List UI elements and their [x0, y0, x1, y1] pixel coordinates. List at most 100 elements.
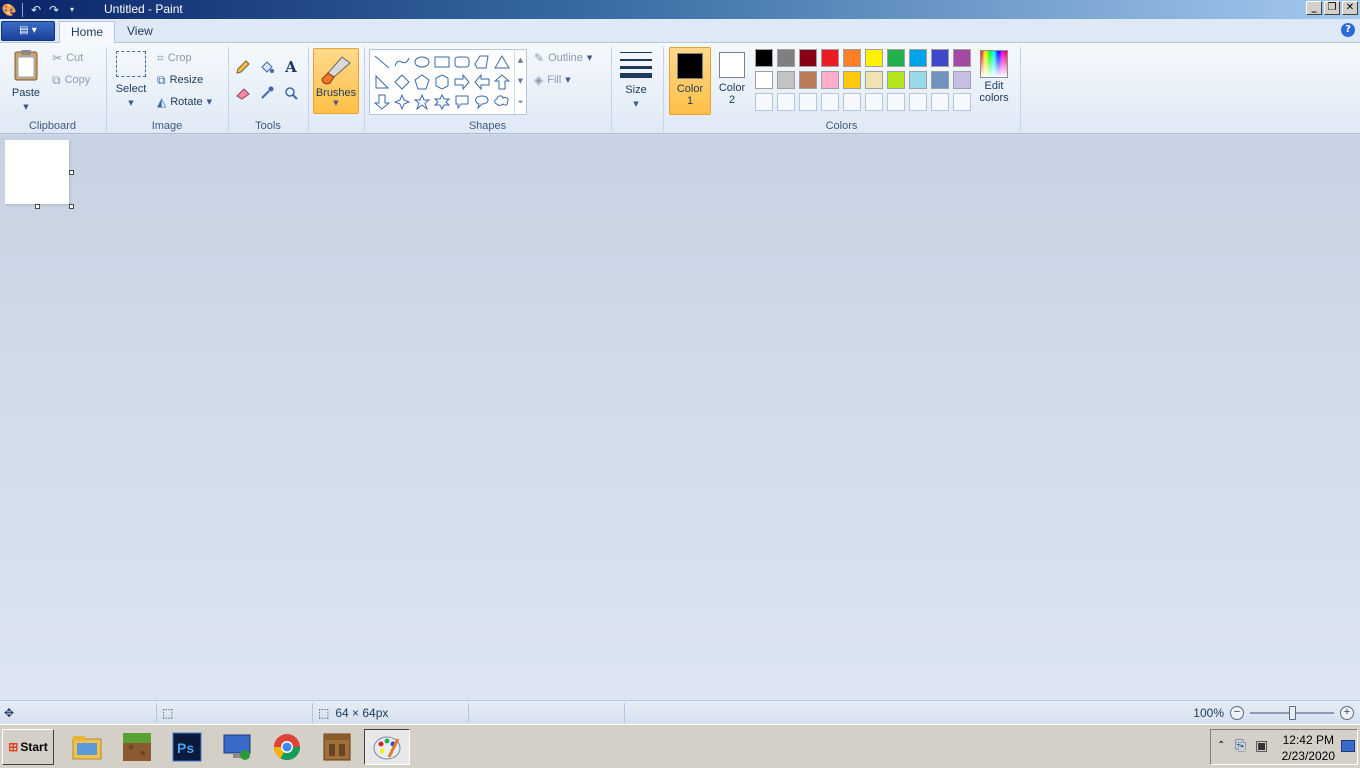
scroll-down-icon[interactable]: ▼ [515, 71, 526, 92]
resize-button[interactable]: ⧉ Resize [157, 70, 203, 90]
zoom-out-button[interactable]: − [1230, 706, 1244, 720]
palette-color-swatch[interactable] [841, 69, 863, 91]
file-explorer-icon[interactable] [64, 729, 110, 765]
size-button[interactable]: Size ▼ [616, 49, 656, 109]
triangle-shape-icon[interactable] [492, 52, 512, 72]
line-shape-icon[interactable] [372, 52, 392, 72]
oval-callout-shape-icon[interactable] [472, 92, 492, 112]
paint-app-icon[interactable]: 🎨 [0, 1, 18, 19]
restore-button[interactable]: ❐ [1324, 1, 1340, 15]
drawing-canvas[interactable] [5, 140, 69, 204]
palette-color-swatch[interactable] [819, 47, 841, 69]
palette-empty-swatch[interactable] [951, 91, 973, 113]
photoshop-icon[interactable]: Ps [164, 729, 210, 765]
palette-empty-swatch[interactable] [775, 91, 797, 113]
chrome-icon[interactable] [264, 729, 310, 765]
palette-color-swatch[interactable] [775, 69, 797, 91]
palette-color-swatch[interactable] [753, 69, 775, 91]
palette-color-swatch[interactable] [797, 47, 819, 69]
rectangle-shape-icon[interactable] [432, 52, 452, 72]
polygon-shape-icon[interactable] [472, 52, 492, 72]
palette-empty-swatch[interactable] [797, 91, 819, 113]
four-point-star-shape-icon[interactable] [392, 92, 412, 112]
palette-empty-swatch[interactable] [885, 91, 907, 113]
rotate-button[interactable]: ◭ Rotate ▼ [157, 92, 212, 112]
right-arrow-shape-icon[interactable] [452, 72, 472, 92]
up-arrow-shape-icon[interactable] [492, 72, 512, 92]
outline-button[interactable]: ✎ Outline ▼ [534, 48, 592, 68]
help-icon[interactable]: ? [1341, 23, 1355, 37]
color-picker-icon[interactable] [256, 82, 278, 104]
text-icon[interactable]: A [280, 56, 302, 78]
scroll-up-icon[interactable]: ▲ [515, 50, 526, 71]
six-point-star-shape-icon[interactable] [432, 92, 452, 112]
eraser-icon[interactable] [232, 82, 254, 104]
display-icon[interactable]: ▣ [1255, 738, 1268, 754]
tab-home[interactable]: Home [59, 21, 116, 43]
minecraft-icon[interactable] [114, 729, 160, 765]
close-button[interactable]: ✕ [1342, 1, 1358, 15]
palette-color-swatch[interactable] [775, 47, 797, 69]
color1-button[interactable]: Color 1 [669, 47, 711, 115]
curve-shape-icon[interactable] [392, 52, 412, 72]
paste-button[interactable]: Paste ▼ [6, 48, 46, 112]
palette-color-swatch[interactable] [863, 47, 885, 69]
tab-view[interactable]: View [116, 21, 164, 43]
rounded-rectangle-shape-icon[interactable] [452, 52, 472, 72]
color2-button[interactable]: Color 2 [713, 47, 751, 115]
right-triangle-shape-icon[interactable] [372, 72, 392, 92]
five-point-star-shape-icon[interactable] [412, 92, 432, 112]
palette-color-swatch[interactable] [819, 69, 841, 91]
gallery-expand-icon[interactable]: ⏷ [515, 92, 526, 113]
resize-handle-corner[interactable] [69, 204, 74, 209]
hexagon-shape-icon[interactable] [432, 72, 452, 92]
edit-colors-button[interactable]: Edit colors [975, 47, 1013, 115]
network-icon[interactable]: ⎘ [1235, 738, 1246, 754]
palette-empty-swatch[interactable] [841, 91, 863, 113]
shapes-scrollbar[interactable]: ▲ ▼ ⏷ [514, 50, 526, 114]
down-arrow-shape-icon[interactable] [372, 92, 392, 112]
palette-color-swatch[interactable] [885, 47, 907, 69]
palette-empty-swatch[interactable] [819, 91, 841, 113]
select-button[interactable]: Select ▼ [113, 51, 149, 108]
zoom-slider-thumb[interactable] [1288, 706, 1296, 720]
show-desktop-icon[interactable] [1341, 740, 1355, 752]
left-arrow-shape-icon[interactable] [472, 72, 492, 92]
palette-color-swatch[interactable] [753, 47, 775, 69]
cut-button[interactable]: ✂ Cut [52, 48, 83, 68]
cloud-callout-shape-icon[interactable] [492, 92, 512, 112]
brushes-button[interactable]: Brushes ▼ [313, 48, 359, 114]
show-hidden-icons-icon[interactable]: ⌃ [1217, 740, 1225, 751]
fill-icon[interactable] [256, 56, 278, 78]
customize-qat-icon[interactable]: ▾ [63, 1, 81, 19]
pentagon-shape-icon[interactable] [412, 72, 432, 92]
palette-color-swatch[interactable] [929, 47, 951, 69]
magnifier-icon[interactable] [280, 82, 302, 104]
fill-button[interactable]: ◈ Fill ▼ [534, 70, 571, 90]
palette-empty-swatch[interactable] [863, 91, 885, 113]
palette-color-swatch[interactable] [951, 47, 973, 69]
palette-empty-swatch[interactable] [753, 91, 775, 113]
palette-empty-swatch[interactable] [907, 91, 929, 113]
resize-handle-bottom[interactable] [35, 204, 40, 209]
system-clock[interactable]: 12:42 PM 2/23/2020 [1282, 732, 1335, 764]
undo-icon[interactable]: ↶ [27, 1, 45, 19]
palette-empty-swatch[interactable] [929, 91, 951, 113]
palette-color-swatch[interactable] [885, 69, 907, 91]
start-button[interactable]: ⊞ Start [2, 729, 54, 765]
minimize-button[interactable]: _ [1306, 1, 1322, 15]
canvas-workspace[interactable] [0, 135, 1360, 700]
rounded-callout-shape-icon[interactable] [452, 92, 472, 112]
palette-color-swatch[interactable] [797, 69, 819, 91]
crafting-table-icon[interactable] [314, 729, 360, 765]
zoom-in-button[interactable]: + [1340, 706, 1354, 720]
zoom-slider[interactable] [1250, 706, 1334, 720]
palette-color-swatch[interactable] [907, 69, 929, 91]
copy-button[interactable]: ⧉ Copy [52, 70, 90, 90]
palette-color-swatch[interactable] [951, 69, 973, 91]
palette-color-swatch[interactable] [863, 69, 885, 91]
paint-icon[interactable] [364, 729, 410, 765]
resize-handle-right[interactable] [69, 170, 74, 175]
redo-icon[interactable]: ↷ [45, 1, 63, 19]
palette-color-swatch[interactable] [841, 47, 863, 69]
